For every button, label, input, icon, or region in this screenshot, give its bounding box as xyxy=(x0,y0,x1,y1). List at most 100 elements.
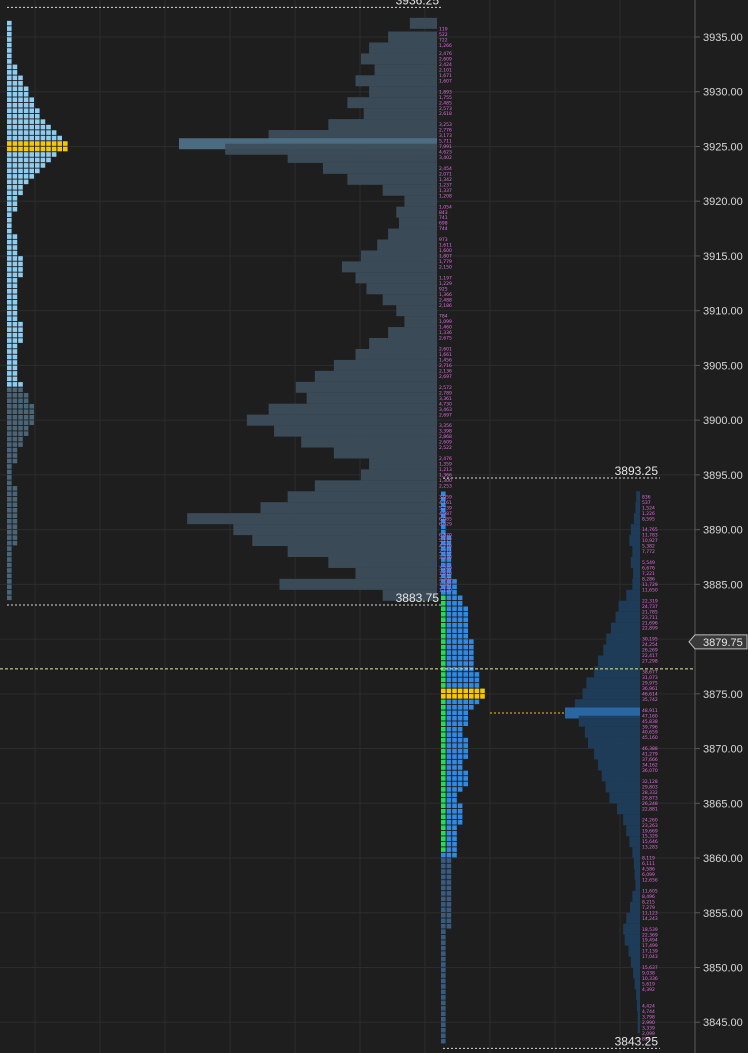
tpo-square xyxy=(7,360,12,365)
volume-bar xyxy=(328,556,437,568)
last-price-tag-label: 3879.75 xyxy=(703,637,743,649)
volume-value-label: 11,123 xyxy=(642,910,658,916)
volume-value-label: 11,729 xyxy=(642,582,658,588)
volume-bar xyxy=(635,879,640,891)
tpo-square xyxy=(457,715,463,721)
tpo-square xyxy=(29,152,34,157)
tpo-square xyxy=(480,688,485,694)
volume-value-label: 10,336 xyxy=(642,976,658,982)
volume-value-label: 38,677 xyxy=(642,670,658,676)
tpo-square xyxy=(12,502,18,508)
price-tick-label: 3865.00 xyxy=(703,798,743,810)
tpo-square xyxy=(7,447,12,453)
price-tick-label: 3910.00 xyxy=(703,306,743,318)
tpo-square xyxy=(457,601,463,606)
tpo-square xyxy=(452,737,457,743)
tpo-square xyxy=(12,458,18,464)
tpo-square xyxy=(12,447,18,453)
tpo-square xyxy=(12,283,18,289)
volume-value-label: 4,987 xyxy=(439,511,452,517)
tpo-square xyxy=(12,119,18,124)
tpo-square xyxy=(441,902,446,907)
volume-bar xyxy=(623,814,640,826)
tpo-square xyxy=(23,409,29,415)
tpo-square xyxy=(18,403,23,409)
volume-value-label: 3,463 xyxy=(439,407,452,413)
tpo-square xyxy=(441,830,446,836)
tpo-square xyxy=(7,179,12,185)
volume-value-label: 2,071 xyxy=(439,171,452,177)
tpo-square xyxy=(7,398,12,404)
volume-bar xyxy=(388,31,437,43)
tpo-square xyxy=(457,787,463,792)
volume-value-label: 1,893 xyxy=(439,89,452,95)
volume-value-label: 4,586 xyxy=(642,867,655,873)
volume-bar xyxy=(287,491,437,503)
tpo-square xyxy=(463,781,468,787)
tpo-square xyxy=(446,841,452,847)
tpo-square xyxy=(457,759,463,765)
tpo-square xyxy=(446,770,452,776)
tpo-square xyxy=(457,754,463,759)
tpo-square xyxy=(457,617,463,623)
tpo-square xyxy=(441,710,446,716)
tpo-square xyxy=(7,289,12,294)
tpo-square xyxy=(7,480,12,486)
volume-value-label: 3,249 xyxy=(439,566,452,572)
tpo-square xyxy=(446,880,452,885)
tpo-square xyxy=(446,661,452,666)
tpo-square xyxy=(12,157,18,163)
tpo-square xyxy=(40,130,46,135)
volume-bar xyxy=(382,184,437,196)
tpo-square xyxy=(23,113,29,119)
volume-bar xyxy=(369,338,437,350)
volume-value-label: 2,454 xyxy=(439,166,452,172)
tpo-square xyxy=(452,781,457,787)
tpo-square xyxy=(446,814,452,820)
volume-bar xyxy=(634,978,640,990)
volume-bar xyxy=(341,261,437,273)
tpo-square xyxy=(18,409,23,415)
tpo-square xyxy=(457,655,463,661)
tpo-square xyxy=(469,699,474,705)
tpo-square xyxy=(46,152,51,157)
tpo-square xyxy=(441,803,446,809)
tpo-square xyxy=(29,168,34,174)
volume-value-label: 11,650 xyxy=(642,587,658,593)
volume-value-label: 3,356 xyxy=(439,423,452,429)
high-price-label: 3893.25 xyxy=(615,464,659,478)
tpo-square xyxy=(12,278,18,283)
tpo-square xyxy=(452,639,457,644)
tpo-square xyxy=(7,579,12,584)
volume-bar xyxy=(633,513,640,525)
volume-value-label: 744 xyxy=(439,226,448,232)
volume-value-label: 1,661 xyxy=(439,352,452,358)
tpo-square xyxy=(12,174,18,179)
volume-value-label: 2,601 xyxy=(439,347,452,353)
volume-value-label: 46,614 xyxy=(642,691,658,697)
volume-value-label: 8,496 xyxy=(642,894,655,900)
tpo-square xyxy=(452,661,457,666)
tpo-square xyxy=(23,157,29,163)
volume-value-label: 15,637 xyxy=(642,965,658,971)
market-profile-chart[interactable]: 1195227221,2662,4762,6092,4242,1011,6711… xyxy=(0,0,748,1053)
tpo-square xyxy=(23,403,29,409)
tpo-square xyxy=(441,765,446,770)
tpo-square xyxy=(12,195,18,201)
tpo-square xyxy=(446,617,452,623)
tpo-square xyxy=(12,234,18,239)
volume-value-label: 2,716 xyxy=(439,363,452,369)
tpo-square xyxy=(18,185,23,190)
tpo-square xyxy=(452,628,457,633)
tpo-square xyxy=(457,677,463,683)
tpo-square xyxy=(452,825,457,831)
volume-value-label: 19,494 xyxy=(642,938,658,944)
tpo-square xyxy=(474,694,480,699)
volume-bar xyxy=(355,272,437,284)
tpo-square xyxy=(446,633,452,639)
volume-value-label: 741 xyxy=(439,215,448,221)
tpo-square xyxy=(18,387,23,393)
tpo-square xyxy=(441,1038,446,1044)
tpo-square xyxy=(452,776,457,781)
tpo-square xyxy=(452,699,457,705)
